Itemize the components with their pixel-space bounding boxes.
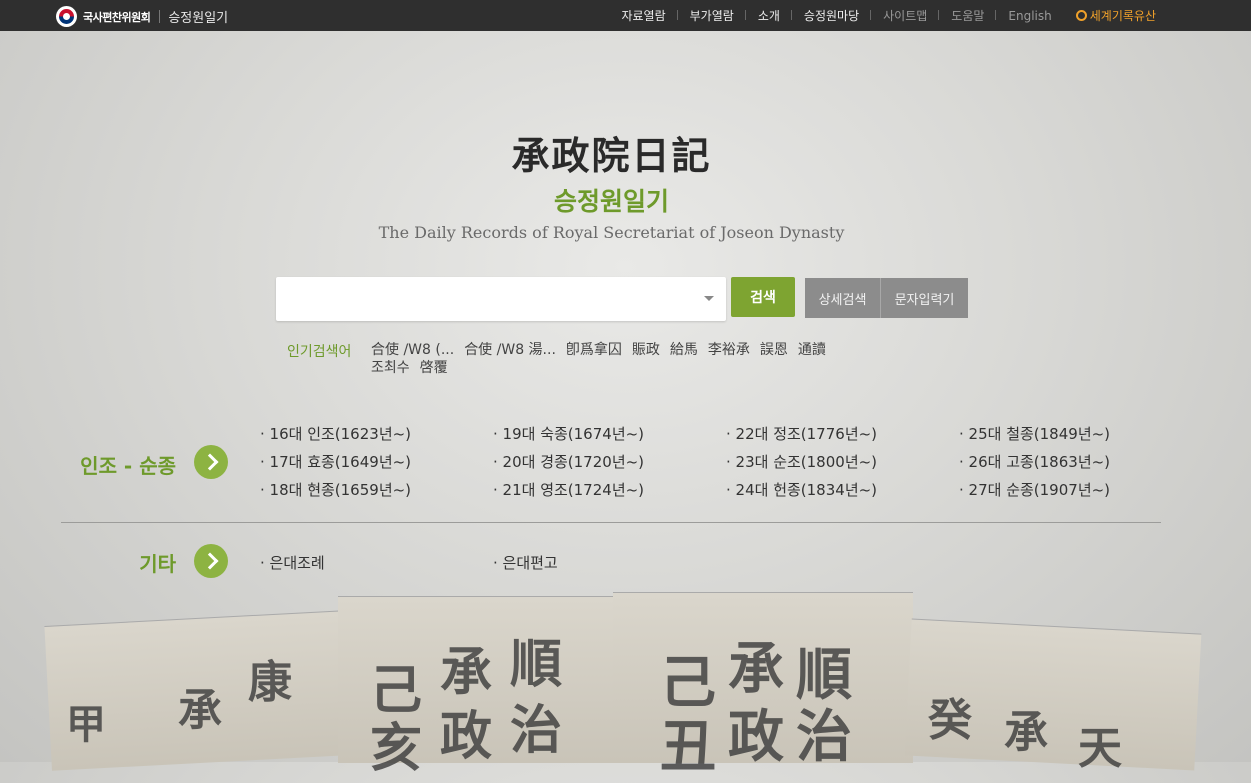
book-glyph: 治 bbox=[796, 704, 852, 770]
nav-item-english[interactable]: English bbox=[996, 9, 1063, 23]
book-glyph: 承 bbox=[1004, 707, 1048, 758]
popular-keyword[interactable]: 조최수 bbox=[371, 359, 410, 377]
heritage-ring-icon bbox=[1075, 10, 1087, 21]
popular-keyword[interactable]: 給馬 bbox=[670, 341, 698, 359]
book-glyph: 順 bbox=[510, 634, 563, 695]
popular-keyword[interactable]: 合使 /W8 (... bbox=[371, 341, 454, 359]
top-nav: 자료열람 부가열람 소개 승정원마당 사이트맵 도움말 English 세계기록… bbox=[609, 0, 1251, 31]
nav-item-extra[interactable]: 부가열람 bbox=[678, 7, 746, 24]
nav-item-sitemap[interactable]: 사이트맵 bbox=[871, 7, 940, 24]
search-input[interactable] bbox=[276, 277, 700, 319]
popular-keyword[interactable]: 合使 /W8 湯... bbox=[464, 341, 556, 359]
title-block: 承政院日記 승정원일기 The Daily Records of Royal S… bbox=[0, 125, 1223, 242]
book-glyph: 治 bbox=[510, 700, 563, 761]
popular-keyword[interactable]: 卽爲拿囚 bbox=[566, 341, 622, 359]
popular-keyword[interactable]: 啓覆 bbox=[420, 359, 448, 377]
popular-list: 合使 /W8 (... 合使 /W8 湯... 卽爲拿囚 賑政 給馬 李裕承 誤恩 通讀 조최… bbox=[371, 341, 891, 377]
nav-item-browse[interactable]: 자료열람 bbox=[609, 7, 678, 24]
other-section-label: 기타 bbox=[139, 552, 176, 576]
reign-link[interactable]: · 17대 효종(1649년~) bbox=[260, 451, 411, 472]
other-section-arrow-icon[interactable] bbox=[194, 544, 228, 578]
book-glyph: 丑 bbox=[660, 714, 716, 780]
reign-link[interactable]: · 25대 철종(1849년~) bbox=[959, 423, 1110, 444]
search-button[interactable]: 검색 bbox=[731, 277, 795, 317]
book-glyph: 承 bbox=[178, 685, 222, 736]
book-glyph: 政 bbox=[440, 706, 493, 767]
book-glyph: 亥 bbox=[370, 718, 423, 779]
brand-divider bbox=[159, 10, 161, 23]
popular-label: 인기검색어 bbox=[287, 344, 352, 360]
book-glyph: 甲 bbox=[66, 701, 106, 748]
top-bar: 국사편찬위원회 승정원일기 자료열람 부가열람 소개 승정원마당 사이트맵 도움… bbox=[0, 0, 1251, 31]
section-divider bbox=[61, 522, 1161, 523]
title-hanja: 承政院日記 bbox=[511, 133, 712, 178]
popular-keyword[interactable]: 通讀 bbox=[798, 341, 826, 359]
title-english: The Daily Records of Royal Secretariat o… bbox=[378, 223, 845, 242]
reign-link[interactable]: · 16대 인조(1623년~) bbox=[260, 423, 411, 444]
reign-section-label: 인조 - 순종 bbox=[80, 454, 176, 478]
government-emblem-icon[interactable] bbox=[56, 6, 77, 27]
reign-link[interactable]: · 19대 숙종(1674년~) bbox=[493, 423, 644, 444]
brand: 국사편찬위원회 승정원일기 bbox=[56, 6, 228, 27]
book-glyph: 政 bbox=[728, 704, 784, 770]
reign-link[interactable]: · 21대 영조(1724년~) bbox=[493, 479, 644, 500]
other-link[interactable]: · 은대편고 bbox=[493, 552, 558, 573]
title-korean: 승정원일기 bbox=[553, 187, 669, 216]
reign-link[interactable]: · 20대 경종(1720년~) bbox=[493, 451, 644, 472]
reign-link[interactable]: · 22대 정조(1776년~) bbox=[726, 423, 877, 444]
reign-link[interactable]: · 27대 순종(1907년~) bbox=[959, 479, 1110, 500]
org-name-link[interactable]: 국사편찬위원회 bbox=[83, 9, 151, 25]
reign-section-arrow-icon[interactable] bbox=[194, 445, 228, 479]
nav-item-community[interactable]: 승정원마당 bbox=[792, 7, 872, 24]
other-link[interactable]: · 은대조례 bbox=[260, 552, 325, 573]
book-glyph: 康 bbox=[248, 657, 292, 708]
popular-keyword[interactable]: 誤恩 bbox=[760, 341, 788, 359]
char-input-button[interactable]: 문자입력기 bbox=[881, 278, 968, 318]
popular-keyword[interactable]: 李裕承 bbox=[708, 341, 750, 359]
reign-link[interactable]: · 23대 순조(1800년~) bbox=[726, 451, 877, 472]
book-glyph: 天 bbox=[1078, 723, 1122, 774]
book-glyph: 癸 bbox=[928, 695, 972, 746]
popular-keyword[interactable]: 賑政 bbox=[632, 341, 660, 359]
site-name-link[interactable]: 승정원일기 bbox=[168, 7, 228, 26]
search-box bbox=[276, 277, 726, 321]
dropdown-caret-icon[interactable] bbox=[704, 296, 714, 301]
advanced-search-button[interactable]: 상세검색 bbox=[805, 278, 881, 318]
reign-link[interactable]: · 26대 고종(1863년~) bbox=[959, 451, 1110, 472]
nav-item-about[interactable]: 소개 bbox=[746, 7, 793, 24]
decorative-books-image: 甲 承 康 己 承 順 亥 政 治 己 承 順 丑 政 治 癸 承 天 bbox=[44, 588, 1202, 780]
nav-item-heritage[interactable]: 세계기록유산 bbox=[1064, 7, 1251, 24]
heritage-label: 세계기록유산 bbox=[1089, 9, 1156, 23]
reign-link[interactable]: · 24대 헌종(1834년~) bbox=[726, 479, 877, 500]
nav-item-help[interactable]: 도움말 bbox=[939, 7, 997, 24]
reign-link[interactable]: · 18대 현종(1659년~) bbox=[260, 479, 411, 500]
